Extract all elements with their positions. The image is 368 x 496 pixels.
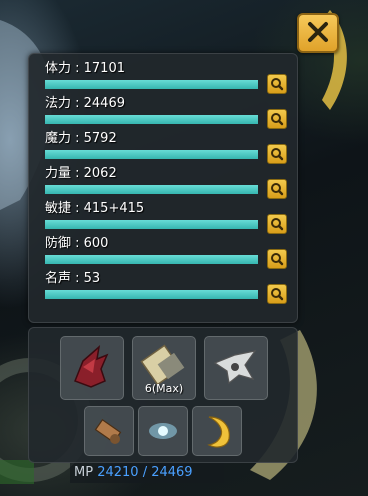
stat-bar-fill (45, 150, 258, 159)
red-dragon-helm-icon (74, 345, 109, 388)
magnifier-icon (271, 183, 284, 196)
stat-bar-fill (45, 185, 258, 194)
equipment-slot[interactable] (192, 406, 242, 456)
stat-detail-button[interactable] (267, 109, 287, 129)
stat-row-stamina: 体力 : 17101 (45, 61, 287, 95)
equipment-slot[interactable] (204, 336, 268, 400)
equipment-slot[interactable] (60, 336, 124, 400)
stat-detail-button[interactable] (267, 214, 287, 234)
winged-mount-icon (213, 350, 257, 385)
stat-label: 魔力 : 5792 (45, 131, 117, 146)
stats-panel: 体力 : 17101 法力 : 24469 魔力 : 5792 力量 : 206… (28, 53, 298, 323)
stat-row-strength: 力量 : 2062 (45, 166, 287, 200)
glowing-orb-icon (149, 423, 177, 439)
magnifier-icon (271, 253, 284, 266)
stat-row-defense: 防御 : 600 (45, 236, 287, 270)
stat-detail-button[interactable] (267, 249, 287, 269)
mp-value: 24210 / 24469 (97, 465, 193, 480)
stat-bar-fill (45, 115, 258, 124)
item-stack-count: 6(Max) (144, 382, 184, 395)
close-button[interactable] (297, 13, 339, 53)
stat-bar (45, 220, 258, 229)
magnifier-icon (271, 218, 284, 231)
stat-bar-fill (45, 255, 258, 264)
minimap-fragment (0, 460, 34, 484)
stat-bar (45, 150, 258, 159)
stat-bar (45, 290, 258, 299)
golden-crescent-icon (207, 416, 230, 448)
stat-label: 防御 : 600 (45, 236, 109, 251)
stat-row-fame: 名声 : 53 (45, 271, 287, 305)
stat-bar-fill (45, 220, 258, 229)
stat-label: 敏捷 : 415+415 (45, 201, 145, 216)
stat-bar-fill (45, 290, 258, 299)
equipment-slot[interactable] (84, 406, 134, 456)
stat-label: 力量 : 2062 (45, 166, 117, 181)
stat-bar (45, 255, 258, 264)
equipment-slot[interactable] (138, 406, 188, 456)
stat-bar (45, 80, 258, 89)
equipment-panel: 6(Max) (28, 327, 298, 463)
mp-label: MP (74, 465, 94, 480)
bronze-cannon-icon (94, 418, 122, 444)
stat-label: 体力 : 17101 (45, 61, 125, 76)
stat-detail-button[interactable] (267, 179, 287, 199)
mp-readout: MP 24210 / 24469 (70, 463, 224, 483)
stat-bar (45, 185, 258, 194)
close-icon (308, 22, 328, 42)
stat-label: 法力 : 24469 (45, 96, 125, 111)
equipment-slot[interactable]: 6(Max) (132, 336, 196, 400)
stat-detail-button[interactable] (267, 284, 287, 304)
magnifier-icon (271, 113, 284, 126)
stat-detail-button[interactable] (267, 74, 287, 94)
magnifier-icon (271, 148, 284, 161)
magnifier-icon (271, 288, 284, 301)
stat-label: 名声 : 53 (45, 271, 101, 286)
stat-bar (45, 115, 258, 124)
stat-detail-button[interactable] (267, 144, 287, 164)
magnifier-icon (271, 78, 284, 91)
stat-row-magic: 魔力 : 5792 (45, 131, 287, 165)
stat-row-agility: 敏捷 : 415+415 (45, 201, 287, 235)
stat-row-mana: 法力 : 24469 (45, 96, 287, 130)
stat-bar-fill (45, 80, 258, 89)
